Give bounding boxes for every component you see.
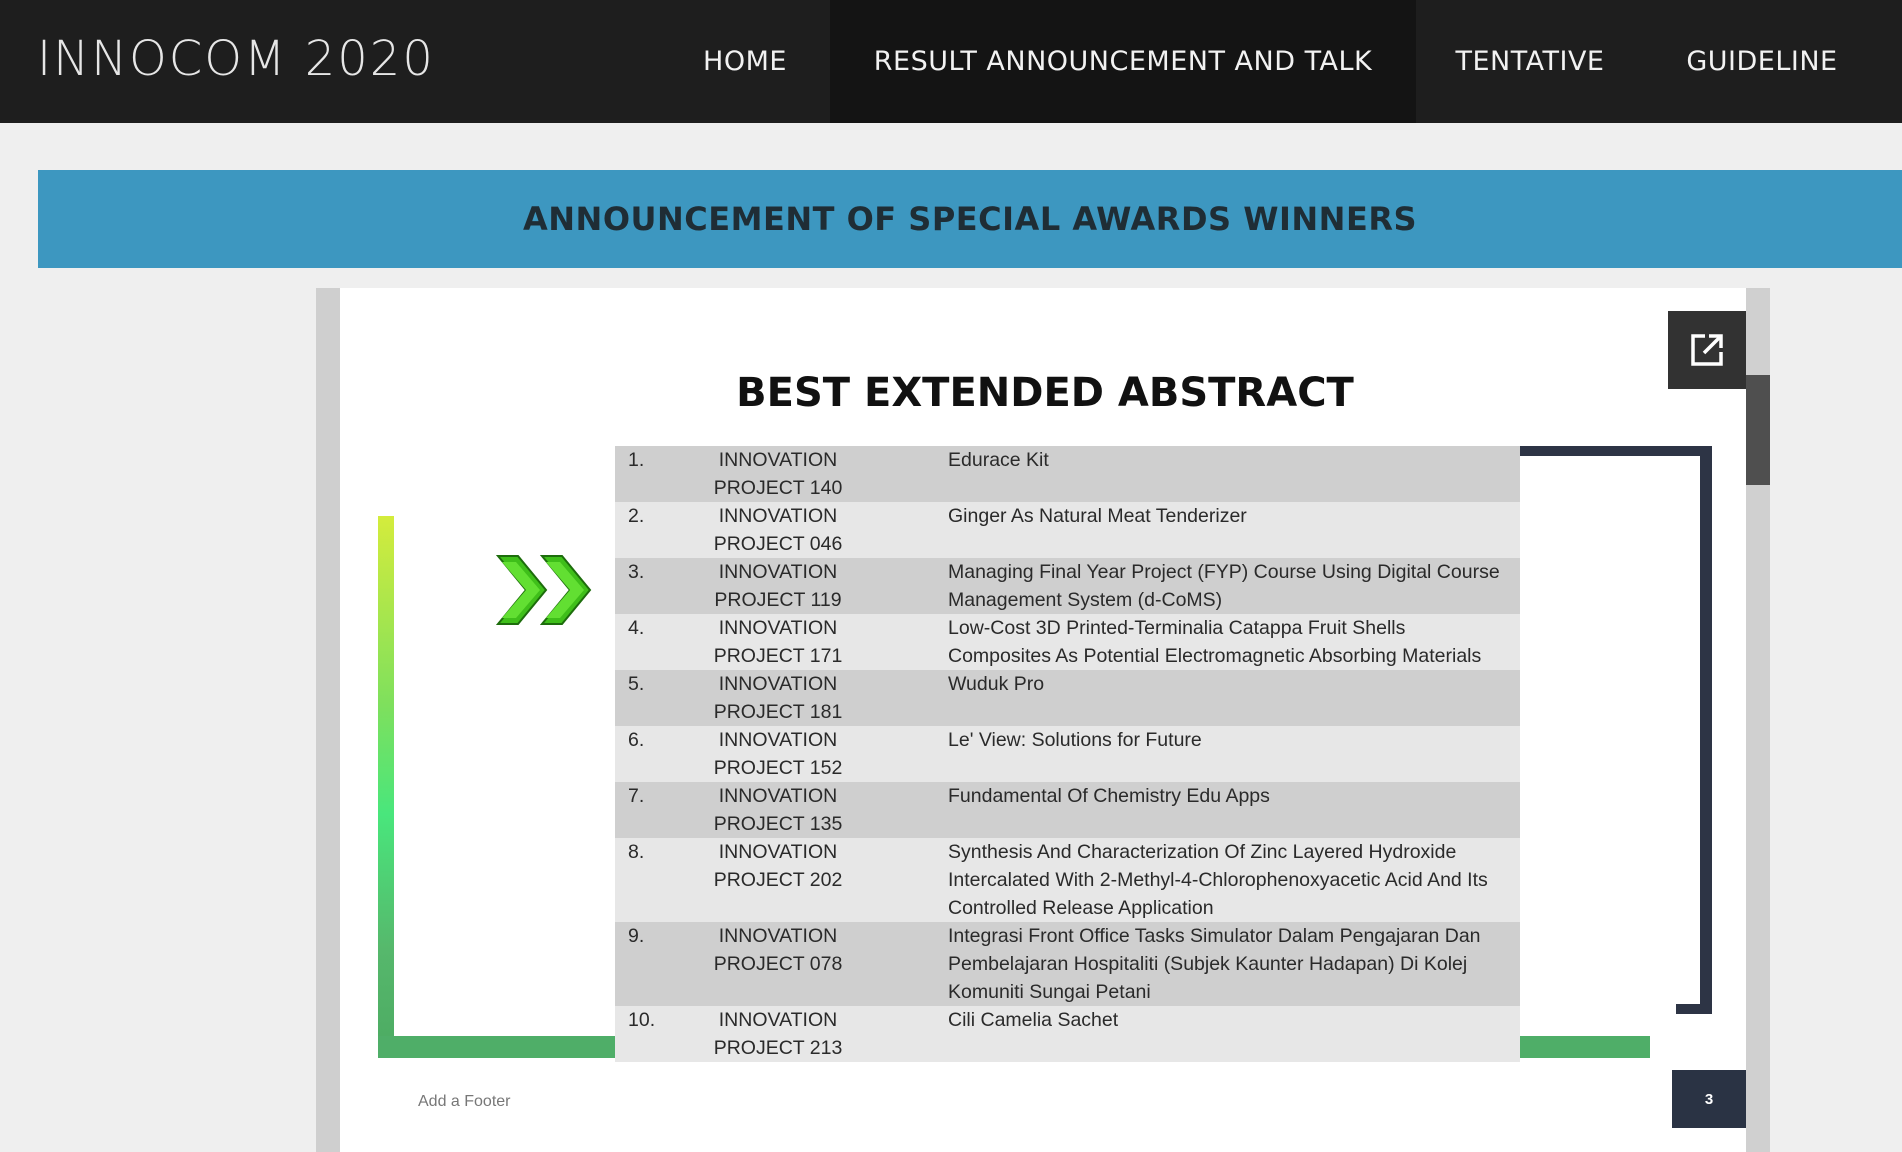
table-row: 5. INNOVATION PROJECT 181 Wuduk Pro (615, 670, 1520, 726)
double-chevron-right-icon (496, 555, 592, 625)
row-project: INNOVATION PROJECT 119 (714, 561, 842, 611)
viewer-scroll-thumb[interactable] (1746, 375, 1770, 485)
row-project: INNOVATION PROJECT 171 (713, 617, 843, 667)
row-title: Le' View: Solutions for Future (948, 729, 1202, 751)
nav-result-announcement[interactable]: RESULT ANNOUNCEMENT AND TALK (830, 0, 1416, 123)
row-project: INNOVATION PROJECT 046 (713, 505, 843, 555)
nav-guideline[interactable]: GUIDELINE (1644, 0, 1880, 123)
popout-button[interactable] (1668, 311, 1746, 389)
row-title: Edurace Kit (948, 449, 1049, 471)
table-row: 3. INNOVATION PROJECT 119 Managing Final… (615, 558, 1520, 614)
decor-green-horizontal-left (378, 1036, 618, 1058)
table-row: 1. INNOVATION PROJECT 140 Edurace Kit (615, 446, 1520, 502)
row-project: INNOVATION PROJECT 078 (713, 925, 843, 975)
row-number: 4. (628, 617, 645, 639)
row-title: Wuduk Pro (948, 673, 1045, 695)
table-row: 4. INNOVATION PROJECT 171 Low-Cost 3D Pr… (615, 614, 1520, 670)
decor-green-vertical (378, 516, 394, 1058)
row-project: INNOVATION PROJECT 140 (713, 449, 843, 499)
row-project: INNOVATION PROJECT 202 (713, 841, 843, 891)
table-row: 6. INNOVATION PROJECT 152 Le' View: Solu… (615, 726, 1520, 782)
row-number: 8. (628, 841, 645, 863)
table-row: 10. INNOVATION PROJECT 213 Cili Camelia … (615, 1006, 1520, 1062)
site-brand[interactable]: INNOCOM 2020 (37, 31, 435, 87)
winners-table: 1. INNOVATION PROJECT 140 Edurace Kit 2.… (615, 446, 1520, 1062)
decor-navy-top (1520, 446, 1710, 456)
row-title: Integrasi Front Office Tasks Simulator D… (948, 925, 1481, 1003)
row-project: INNOVATION PROJECT 181 (713, 673, 843, 723)
row-number: 6. (628, 729, 645, 751)
row-project: INNOVATION PROJECT 152 (713, 729, 843, 779)
banner-title: ANNOUNCEMENT OF SPECIAL AWARDS WINNERS (523, 200, 1417, 238)
row-project: INNOVATION PROJECT 135 (713, 785, 843, 835)
row-number: 1. (628, 449, 645, 471)
row-title: Ginger As Natural Meat Tenderizer (948, 505, 1247, 527)
row-project: INNOVATION PROJECT 213 (713, 1009, 843, 1059)
row-title: Cili Camelia Sachet (948, 1009, 1119, 1031)
slide-title: BEST EXTENDED ABSTRACT (736, 370, 1354, 416)
table-row: 7. INNOVATION PROJECT 135 Fundamental Of… (615, 782, 1520, 838)
row-title: Low-Cost 3D Printed-Terminalia Catappa F… (948, 617, 1482, 667)
row-title: Synthesis And Characterization Of Zinc L… (948, 841, 1488, 919)
section-banner: ANNOUNCEMENT OF SPECIAL AWARDS WINNERS (38, 170, 1902, 268)
row-title: Fundamental Of Chemistry Edu Apps (948, 785, 1270, 807)
row-number: 10. (628, 1009, 656, 1031)
decor-navy-bottom (1676, 1004, 1712, 1014)
row-title: Managing Final Year Project (FYP) Course… (948, 561, 1500, 611)
decor-navy-right (1700, 446, 1712, 1014)
open-in-new-icon (1691, 334, 1723, 366)
table-row: 8. INNOVATION PROJECT 202 Synthesis And … (615, 838, 1520, 922)
table-row: 9. INNOVATION PROJECT 078 Integrasi Fron… (615, 922, 1520, 1006)
row-number: 3. (628, 561, 645, 583)
row-number: 9. (628, 925, 645, 947)
row-number: 5. (628, 673, 645, 695)
decor-green-horizontal-right (1520, 1036, 1650, 1058)
nav-home[interactable]: HOME (660, 0, 830, 123)
slide-footer: Add a Footer (418, 1093, 511, 1110)
page-number-badge: 3 (1672, 1070, 1746, 1128)
nav-tentative[interactable]: TENTATIVE (1416, 0, 1644, 123)
row-number: 7. (628, 785, 645, 807)
table-row: 2. INNOVATION PROJECT 046 Ginger As Natu… (615, 502, 1520, 558)
row-number: 2. (628, 505, 645, 527)
